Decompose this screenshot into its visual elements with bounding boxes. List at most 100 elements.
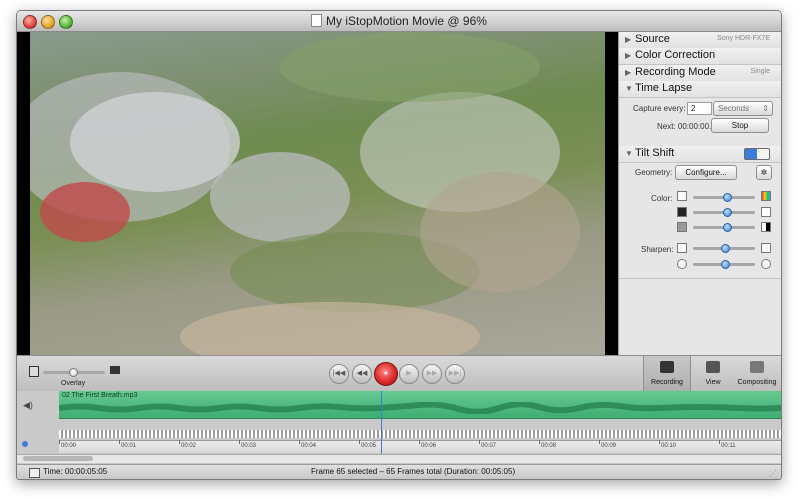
- sharpen-label: Sharpen:: [641, 245, 674, 254]
- audio-track-name: 02 The First Breath.mp3: [62, 392, 138, 399]
- zoom-indicator-icon: [22, 441, 28, 447]
- timeline[interactable]: ◀) 02 The First Breath.mp3 00:00 00:01 00:…: [17, 391, 781, 464]
- horizontal-scrollbar[interactable]: [17, 454, 781, 463]
- disclosure-triangle-open-icon: ▼: [625, 84, 633, 93]
- slider-knob[interactable]: [721, 260, 731, 269]
- playhead[interactable]: [381, 391, 382, 455]
- mode-view[interactable]: View: [690, 356, 736, 392]
- configure-button[interactable]: Configure...: [675, 165, 737, 180]
- color-slider-1[interactable]: [693, 193, 755, 202]
- frames-summary: Frame 65 selected – 65 Frames total (Dur…: [311, 467, 516, 476]
- audio-waveform: [59, 402, 781, 414]
- stop-button[interactable]: Stop: [711, 118, 769, 133]
- section-color-correction[interactable]: ▶ Color Correction: [619, 48, 781, 65]
- capture-every-label: Capture every:: [633, 104, 686, 113]
- record-icon: ●: [383, 370, 389, 377]
- frame-strip[interactable]: [59, 430, 781, 438]
- color-slider-3[interactable]: [693, 223, 755, 232]
- resize-grip-icon[interactable]: ⋰: [769, 469, 777, 478]
- preview-image: [30, 32, 605, 355]
- slider-knob[interactable]: [69, 368, 78, 377]
- capture-unit-value: Seconds: [718, 104, 750, 113]
- record-button[interactable]: ●: [374, 362, 398, 386]
- overlay-high-icon: [110, 366, 120, 374]
- inspector-toggle-icon[interactable]: [29, 468, 40, 478]
- recording-mode-value: Single: [750, 68, 770, 75]
- audio-track[interactable]: 02 The First Breath.mp3: [59, 391, 781, 419]
- color-slider-2[interactable]: [693, 208, 755, 217]
- gear-menu-button[interactable]: ✲: [756, 165, 772, 180]
- mode-label: Compositing: [737, 379, 777, 386]
- overlay-slider[interactable]: [43, 368, 105, 377]
- skip-start-icon: |◀◀: [332, 370, 346, 377]
- disclosure-triangle-open-icon: ▼: [625, 149, 633, 158]
- mode-label: View: [705, 379, 721, 386]
- slider-knob[interactable]: [723, 208, 733, 217]
- status-bar: Time: 00:00:05:05 Frame 65 selected – 65…: [17, 464, 781, 479]
- gear-icon: ✲: [760, 168, 768, 177]
- select-arrows-icon: ⇕: [762, 104, 769, 113]
- brightness-high-icon: [761, 207, 771, 217]
- ruler-tick: 00:02: [178, 440, 197, 449]
- section-recording-mode[interactable]: ▶ Recording Mode Single: [619, 65, 781, 82]
- sharpen-slider-2[interactable]: [693, 260, 755, 269]
- app-window: My iStopMotion Movie @ 96% ▶ Source Sony…: [16, 10, 782, 480]
- panel-divider: [619, 278, 781, 279]
- transport-toolbar: Overlay |◀◀ ◀◀ ● ▶ ▶▶ ▶▶| Recording View…: [17, 355, 781, 393]
- mode-recording[interactable]: Recording: [643, 356, 691, 392]
- section-color-correction-label: Color Correction: [635, 49, 716, 61]
- title-bar: My iStopMotion Movie @ 96%: [17, 11, 781, 32]
- fast-forward-icon: ▶▶: [426, 370, 438, 377]
- sharpen-high-icon: [761, 243, 771, 253]
- ruler-tick: 00:05: [358, 440, 377, 449]
- go-to-end-button[interactable]: ▶▶|: [445, 364, 465, 384]
- ruler-tick: 00:03: [238, 440, 257, 449]
- window-title-text: My iStopMotion Movie @ 96%: [326, 14, 487, 28]
- section-source-label: Source: [635, 33, 670, 45]
- ruler-tick: 00:10: [658, 440, 677, 449]
- play-button[interactable]: ▶: [399, 364, 419, 384]
- section-recording-mode-label: Recording Mode: [635, 66, 716, 78]
- tilt-shift-toggle[interactable]: [744, 148, 770, 160]
- slider-knob[interactable]: [723, 193, 733, 202]
- step-back-button[interactable]: ◀◀: [352, 364, 372, 384]
- next-capture-label: Next: 00:00:00.0: [657, 122, 716, 131]
- ruler-tick: 00:09: [598, 440, 617, 449]
- geometry-label: Geometry:: [635, 168, 673, 177]
- section-tilt-shift[interactable]: ▼ Tilt Shift: [619, 146, 781, 163]
- ruler-tick: 00:07: [478, 440, 497, 449]
- ruler-tick: 00:04: [298, 440, 317, 449]
- capture-interval-input[interactable]: 2: [687, 102, 712, 115]
- blur-low-icon: [677, 259, 687, 269]
- step-forward-button[interactable]: ▶▶: [422, 364, 442, 384]
- time-ruler[interactable]: 00:00 00:01 00:02 00:03 00:04 00:05 00:06 00:07…: [58, 440, 781, 453]
- view-icon: [706, 361, 720, 373]
- slider-knob[interactable]: [721, 244, 731, 253]
- disclosure-triangle-icon: ▶: [625, 51, 632, 60]
- sharpen-slider-1[interactable]: [693, 244, 755, 253]
- ruler-tick: 00:01: [118, 440, 137, 449]
- video-preview[interactable]: [17, 32, 618, 355]
- mode-compositing[interactable]: Compositing: [733, 356, 781, 392]
- contrast-low-icon: [677, 222, 687, 232]
- disclosure-triangle-icon: ▶: [625, 35, 632, 44]
- ruler-tick: 00:06: [418, 440, 437, 449]
- slider-knob[interactable]: [723, 223, 733, 232]
- document-icon: [311, 14, 323, 27]
- skip-end-icon: ▶▶|: [448, 370, 462, 377]
- go-to-start-button[interactable]: |◀◀: [329, 364, 349, 384]
- section-time-lapse[interactable]: ▼ Time Lapse: [619, 81, 781, 98]
- section-tilt-shift-label: Tilt Shift: [635, 147, 675, 159]
- mode-label: Recording: [651, 379, 683, 386]
- sharpen-low-icon: [677, 243, 687, 253]
- scrollbar-thumb[interactable]: [23, 456, 93, 461]
- brightness-low-icon: [677, 207, 687, 217]
- saturation-high-icon: [761, 191, 771, 201]
- rewind-icon: ◀◀: [356, 370, 368, 377]
- ruler-tick: 00:11: [719, 440, 736, 449]
- inspector-panel: ▶ Source Sony HDR-FX7E ▶ Color Correctio…: [618, 32, 781, 355]
- overlay-low-icon: [29, 366, 39, 377]
- capture-unit-select[interactable]: Seconds ⇕: [713, 101, 773, 116]
- ruler-tick: 00:00: [58, 440, 77, 449]
- section-source[interactable]: ▶ Source Sony HDR-FX7E: [619, 32, 781, 49]
